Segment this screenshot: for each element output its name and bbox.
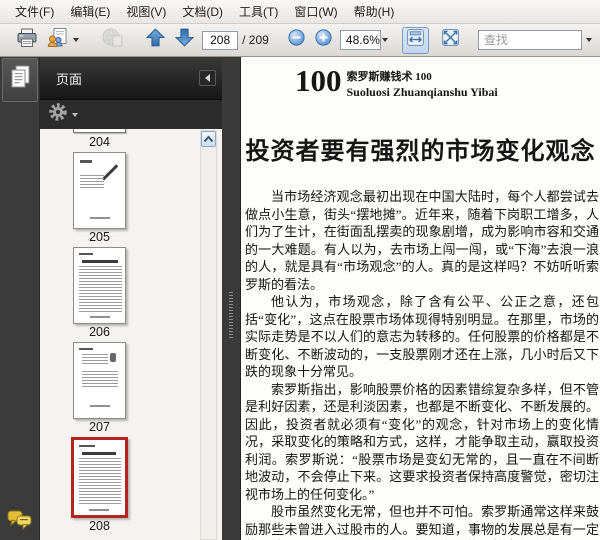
previous-page-button[interactable]: [141, 27, 170, 54]
paragraph: 他认为，市场观念，除了含有公平、公正之意，还包括“变化”，这点在股票市场体现得特…: [245, 294, 599, 379]
pages-panel: 页面 204 205 206 207 208: [40, 57, 222, 540]
book-header: 100 索罗斯赚钱术 100 Suoluosi Zhuanqianshu Yib…: [295, 63, 498, 100]
chapter-title: 投资者要有强烈的市场变化观念: [245, 139, 596, 165]
find-dropdown-button[interactable]: [582, 30, 596, 50]
pen-graphic: [102, 164, 118, 181]
fit-page-icon: [441, 28, 460, 52]
thumbnail-page-205[interactable]: [73, 152, 126, 229]
splitter-handle[interactable]: [229, 292, 233, 340]
thumbnail-label-208: 208: [89, 519, 110, 533]
panel-splitter[interactable]: [222, 57, 240, 540]
scrollbar-up-button[interactable]: [201, 131, 216, 147]
pages-panel-title: 页面: [56, 71, 83, 87]
thumbnail-label-206: 206: [89, 325, 110, 339]
find-box: [478, 30, 596, 50]
email-share-button[interactable]: [42, 27, 83, 54]
book-number: 100: [295, 63, 342, 98]
fit-page-button[interactable]: [437, 27, 464, 54]
options-dropdown-caret[interactable]: [72, 112, 78, 117]
menu-window[interactable]: 窗口(W): [287, 0, 344, 23]
navigation-icon-strip: [0, 57, 40, 540]
paragraph: 当市场经济观念最初出现在中国大陆时，每个人都尝试去做点小生意，街头“摆地摊”。近…: [245, 189, 599, 292]
print-icon: [16, 27, 38, 54]
paragraph: 股市虽然变化无常，但也并不可怕。索罗斯通常这样来鼓励那些未曾进入过股市的人。要知…: [245, 504, 599, 540]
menu-help[interactable]: 帮助(H): [347, 0, 402, 23]
options-gear-icon[interactable]: [48, 102, 68, 127]
page-up-arrow-icon: [145, 27, 166, 53]
collapse-panel-button[interactable]: [199, 70, 216, 86]
next-page-button[interactable]: [170, 27, 199, 54]
fit-width-button[interactable]: [401, 26, 429, 54]
thumbnail-page-208-selected[interactable]: [71, 437, 128, 518]
pages-panel-header: 页面: [40, 57, 222, 100]
zoom-in-button[interactable]: [310, 27, 337, 54]
fit-width-icon: [406, 28, 425, 52]
comments-icon: [6, 510, 34, 536]
find-dropdown-caret: [586, 38, 593, 42]
thumbnail-label-205: 205: [89, 230, 110, 244]
zoom-in-icon: [314, 28, 333, 52]
find-input[interactable]: [478, 30, 583, 50]
globe-share-icon: [101, 27, 125, 54]
zoom-dropdown-button[interactable]: [381, 30, 389, 50]
menu-document[interactable]: 文档(D): [175, 0, 230, 23]
thumbnail-page-207[interactable]: [73, 342, 126, 419]
zoom-out-button[interactable]: [283, 27, 310, 54]
pages-icon: [8, 64, 32, 97]
thumbnail-page-206[interactable]: [73, 247, 126, 324]
paragraph: 索罗斯指出，影响股票价格的因素错综复杂多样，但不管是利好因素，还是利淡因素，也都…: [245, 381, 599, 502]
book-title-chinese: 索罗斯赚钱术 100: [346, 71, 432, 83]
toolbar: / 209 48.6%: [0, 24, 600, 57]
menu-edit[interactable]: 编辑(E): [63, 0, 117, 23]
share-dropdown-caret: [73, 38, 80, 42]
zoom-dropdown-caret: [381, 38, 388, 42]
thumbnail-page-204-partial[interactable]: [73, 129, 126, 133]
zoom-out-icon: [287, 28, 306, 52]
collapse-arrow-icon: [205, 74, 210, 82]
pages-panel-button[interactable]: [2, 58, 38, 102]
menu-tools[interactable]: 工具(T): [232, 0, 285, 23]
thumbnails-area: 204 205 206 207 208: [40, 129, 222, 540]
page-number-input[interactable]: [202, 30, 239, 50]
thumbnails-scrollbar[interactable]: [200, 130, 217, 540]
collaborate-button: [97, 27, 129, 54]
zoom-level-value[interactable]: 48.6%: [339, 30, 381, 50]
thumbnail-label-204: 204: [89, 135, 110, 149]
menu-view[interactable]: 视图(V): [119, 0, 173, 23]
share-document-icon: [46, 27, 70, 54]
pdf-reader-window: 文件(F) 编辑(E) 视图(V) 文档(D) 工具(T) 窗口(W) 帮助(H…: [0, 0, 600, 540]
comments-panel-button[interactable]: [6, 508, 34, 532]
page-total-label: / 209: [242, 33, 269, 47]
thumbnail-column: 204 205 206 207 208: [40, 129, 200, 536]
body-text: 当市场经济观念最初出现在中国大陆时，每个人都尝试去做点小生意，街头“摆地摊”。近…: [245, 188, 599, 540]
thumbnail-label-207: 207: [89, 420, 110, 434]
pages-panel-toolbar: [40, 100, 222, 129]
book-title-pinyin: Suoluosi Zhuanqianshu Yibai: [346, 85, 498, 99]
document-page[interactable]: 100 索罗斯赚钱术 100 Suoluosi Zhuanqianshu Yib…: [240, 57, 600, 540]
page-down-arrow-icon: [174, 27, 195, 53]
menu-bar: 文件(F) 编辑(E) 视图(V) 文档(D) 工具(T) 窗口(W) 帮助(H…: [0, 0, 600, 24]
print-button[interactable]: [12, 27, 42, 54]
menu-file[interactable]: 文件(F): [8, 0, 61, 23]
